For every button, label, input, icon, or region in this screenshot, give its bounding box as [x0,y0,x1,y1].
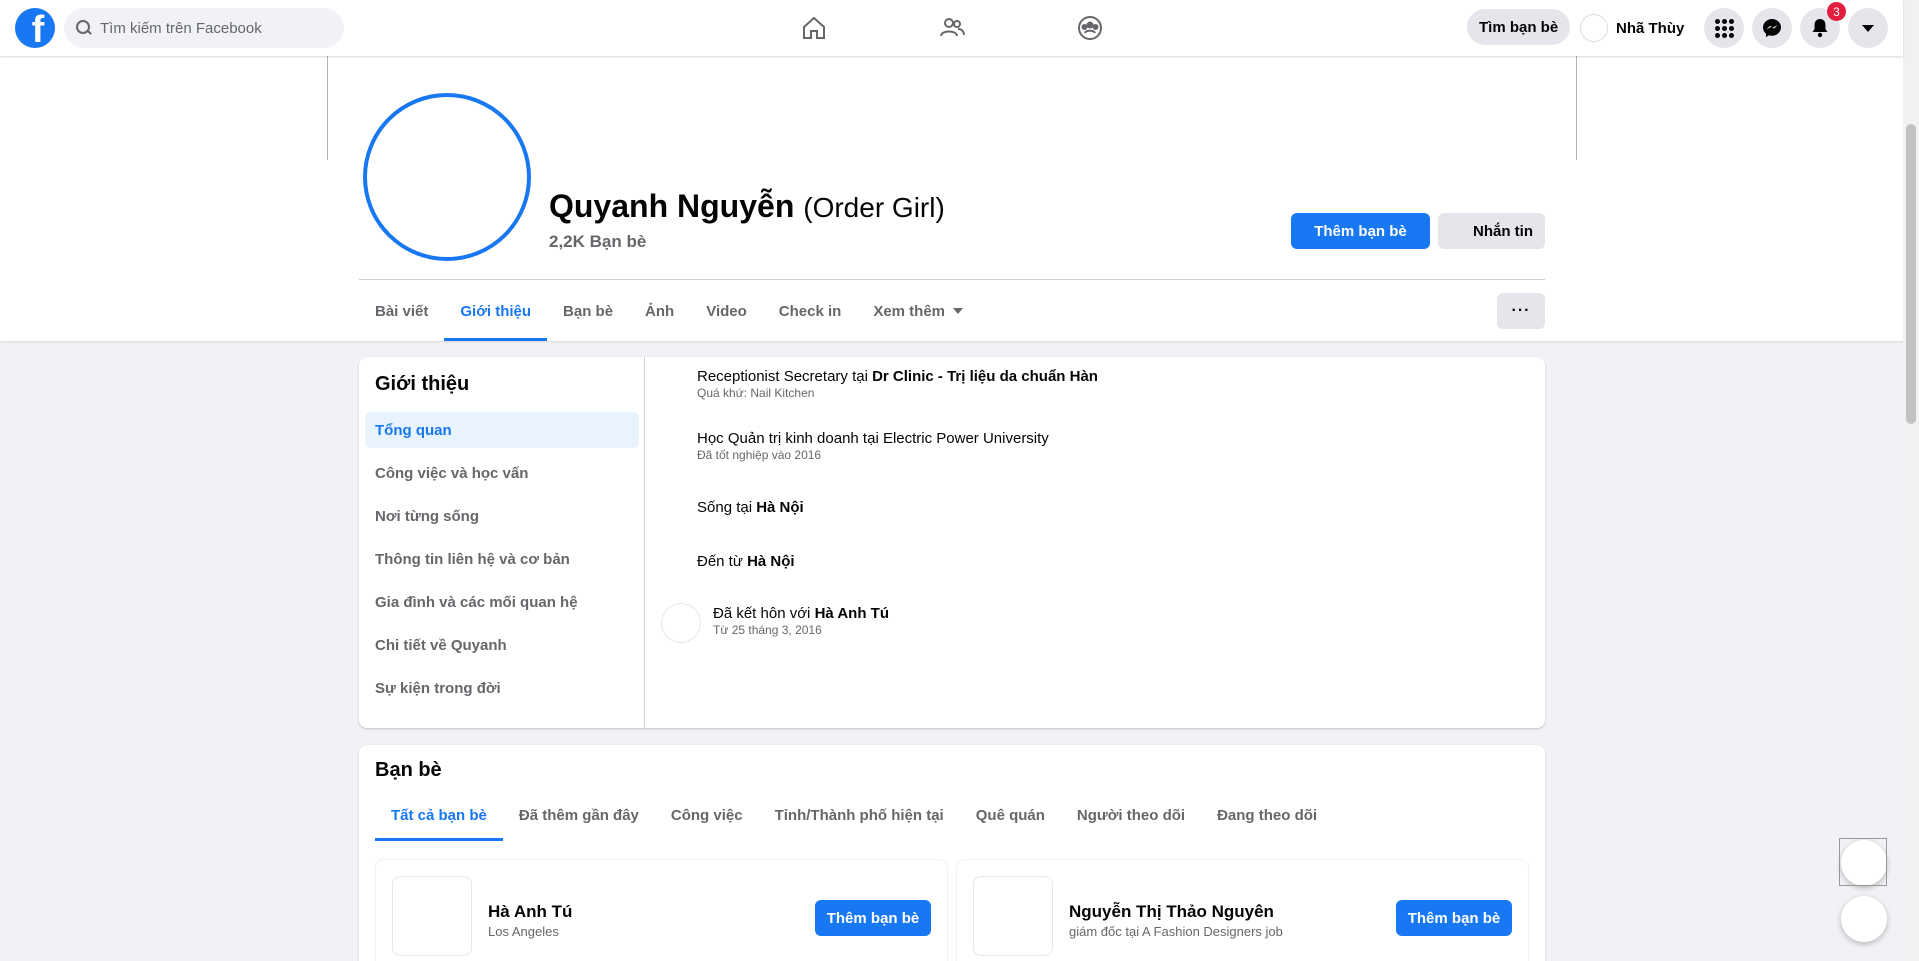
find-friends-button[interactable]: Tìm bạn bè [1467,9,1571,45]
apps-grid-icon [1714,18,1734,38]
caret-down-icon [953,308,964,314]
broken-image-icon [1839,838,1887,886]
top-navigation-bar: f Tìm bạn bè Nhã Thùy 3 [0,0,1903,56]
spouse-avatar[interactable] [661,603,701,643]
add-friend-button[interactable]: Thêm bạn bè [815,900,931,936]
hometown-entry: Đến từ Hà Nội [697,553,795,570]
current-city-link[interactable]: Hà Nội [756,499,804,516]
profile-nickname: (Order Girl) [803,192,945,223]
user-profile-chip[interactable]: Nhã Thùy [1580,10,1684,46]
about-card: Giới thiệu Tổng quan Công việc và học vấ… [359,357,1545,728]
user-name: Nhã Thùy [1616,19,1685,37]
cover-edge-right [1576,56,1577,160]
tab-about[interactable]: Giới thiệu [444,281,547,341]
friend-card: Hà Anh Tú Los Angeles Thêm bạn bè [375,859,948,961]
hometown-link[interactable]: Hà Nội [747,553,795,570]
tab-followers[interactable]: Người theo dõi [1061,789,1201,841]
tab-recently-added[interactable]: Đã thêm gần đây [503,789,655,841]
tab-checkin[interactable]: Check in [763,281,858,341]
tab-posts[interactable]: Bài viết [359,281,444,341]
tab-all-friends[interactable]: Tất cả bạn bè [375,789,503,841]
account-menu-button[interactable] [1848,8,1888,48]
chat-head-button[interactable] [1839,838,1887,886]
new-message-button[interactable] [1841,896,1887,942]
home-icon[interactable] [794,8,834,48]
friends-icon[interactable] [932,8,972,48]
add-friend-button[interactable]: Thêm bạn bè [1396,900,1512,936]
notifications-button[interactable]: 3 [1800,2,1846,48]
about-menu: Tổng quan Công việc và học vấn Nơi từng … [365,412,639,713]
messenger-icon [1763,19,1781,37]
tab-photos[interactable]: Ảnh [629,281,690,341]
search-box[interactable] [64,8,344,48]
avatar [1580,14,1608,42]
friend-subtitle: giám đốc tại A Fashion Designers job [1069,924,1283,939]
friend-subtitle: Los Angeles [488,924,559,939]
about-menu-contact-basic[interactable]: Thông tin liên hệ và cơ bản [365,541,639,577]
tab-following[interactable]: Đang theo dõi [1201,789,1333,841]
add-friend-button[interactable]: Thêm bạn bè [1291,213,1430,249]
current-city-entry: Sống tại Hà Nội [697,499,804,516]
about-menu-overview[interactable]: Tổng quan [365,412,639,448]
divider [359,279,1545,280]
about-menu-family-relationships[interactable]: Gia đình và các mối quan hệ [365,584,639,620]
scrollbar[interactable] [1903,0,1919,961]
profile-name: Quyanh Nguyễn (Order Girl) [549,188,945,224]
about-menu-details[interactable]: Chi tiết về Quyanh [365,627,639,663]
message-button[interactable]: Nhắn tin [1438,213,1545,249]
friends-card: Bạn bè Tất cả bạn bè Đã thêm gần đây Côn… [359,745,1545,961]
friends-tabs: Tất cả bạn bè Đã thêm gần đây Công việc … [375,789,1333,841]
scrollbar-thumb[interactable] [1906,124,1916,424]
profile-tabs: Bài viết Giới thiệu Bạn bè Ảnh Video Che… [359,281,979,341]
friend-name[interactable]: Nguyễn Thị Thảo Nguyên [1069,902,1274,922]
workplace-link[interactable]: Dr Clinic - Trị liệu da chuẩn Hàn [872,368,1098,385]
about-sidebar: Giới thiệu Tổng quan Công việc và học vấ… [359,357,645,728]
relationship-entry: Đã kết hôn với Hà Anh Tú Từ 25 tháng 3, … [713,605,889,637]
about-title: Giới thiệu [375,373,470,395]
notification-badge: 3 [1827,2,1846,21]
search-icon [76,20,92,36]
friend-card: Nguyễn Thị Thảo Nguyên giám đốc tại A Fa… [956,859,1529,961]
friends-title: Bạn bè [375,759,442,781]
search-input[interactable] [100,19,320,37]
about-menu-places-lived[interactable]: Nơi từng sống [365,498,639,534]
groups-icon[interactable] [1070,8,1110,48]
tab-current-city[interactable]: Tỉnh/Thành phố hiện tại [759,789,960,841]
menu-button[interactable] [1704,8,1744,48]
more-options-button[interactable]: ··· [1497,293,1545,329]
tab-more[interactable]: Xem thêm [857,281,979,341]
friend-name[interactable]: Hà Anh Tú [488,902,572,922]
profile-picture[interactable] [363,93,531,261]
bell-icon [1812,19,1828,38]
about-menu-work-education[interactable]: Công việc và học vấn [365,455,639,491]
friends-count[interactable]: 2,2K Bạn bè [549,232,646,252]
facebook-logo[interactable]: f [15,8,55,48]
friend-avatar[interactable] [973,876,1053,956]
friend-avatar[interactable] [392,876,472,956]
profile-header: Quyanh Nguyễn (Order Girl) 2,2K Bạn bè T… [0,56,1903,341]
tab-work[interactable]: Công việc [655,789,759,841]
education-entry: Học Quản trị kinh doanh tại Electric Pow… [697,430,1049,462]
cover-edge-left [327,56,328,160]
chevron-down-icon [1862,24,1874,32]
about-content: Receptionist Secretary tại Dr Clinic - T… [645,357,1545,728]
work-entry: Receptionist Secretary tại Dr Clinic - T… [697,368,1098,400]
about-menu-life-events[interactable]: Sự kiện trong đời [365,670,639,706]
messenger-button[interactable] [1752,8,1792,48]
tab-hometown[interactable]: Quê quán [960,789,1061,841]
tab-video[interactable]: Video [690,281,763,341]
tab-friends[interactable]: Bạn bè [547,281,629,341]
spouse-link[interactable]: Hà Anh Tú [815,605,889,622]
